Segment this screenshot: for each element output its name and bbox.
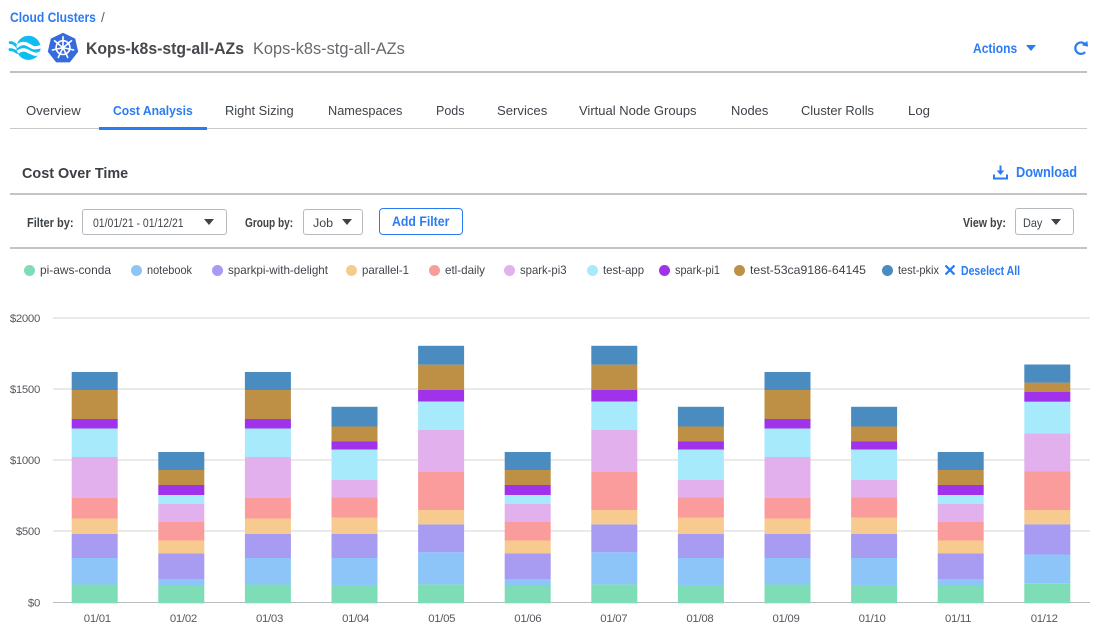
svg-text:$0: $0 [28, 598, 40, 610]
svg-text:$1000: $1000 [10, 455, 40, 467]
svg-text:01/05: 01/05 [428, 613, 455, 625]
svg-text:01/01: 01/01 [84, 613, 111, 625]
svg-text:01/07: 01/07 [600, 613, 627, 625]
svg-text:01/03: 01/03 [256, 613, 283, 625]
svg-text:01/11: 01/11 [945, 613, 971, 625]
svg-text:01/09: 01/09 [772, 613, 799, 625]
svg-text:$2000: $2000 [10, 313, 40, 325]
svg-text:01/08: 01/08 [686, 613, 713, 625]
svg-text:01/06: 01/06 [514, 613, 541, 625]
svg-text:$1500: $1500 [10, 384, 40, 396]
svg-text:01/12: 01/12 [1031, 613, 1058, 625]
svg-text:$500: $500 [16, 526, 40, 538]
svg-text:01/02: 01/02 [170, 613, 197, 625]
svg-text:01/04: 01/04 [342, 613, 369, 625]
svg-text:01/10: 01/10 [859, 613, 886, 625]
